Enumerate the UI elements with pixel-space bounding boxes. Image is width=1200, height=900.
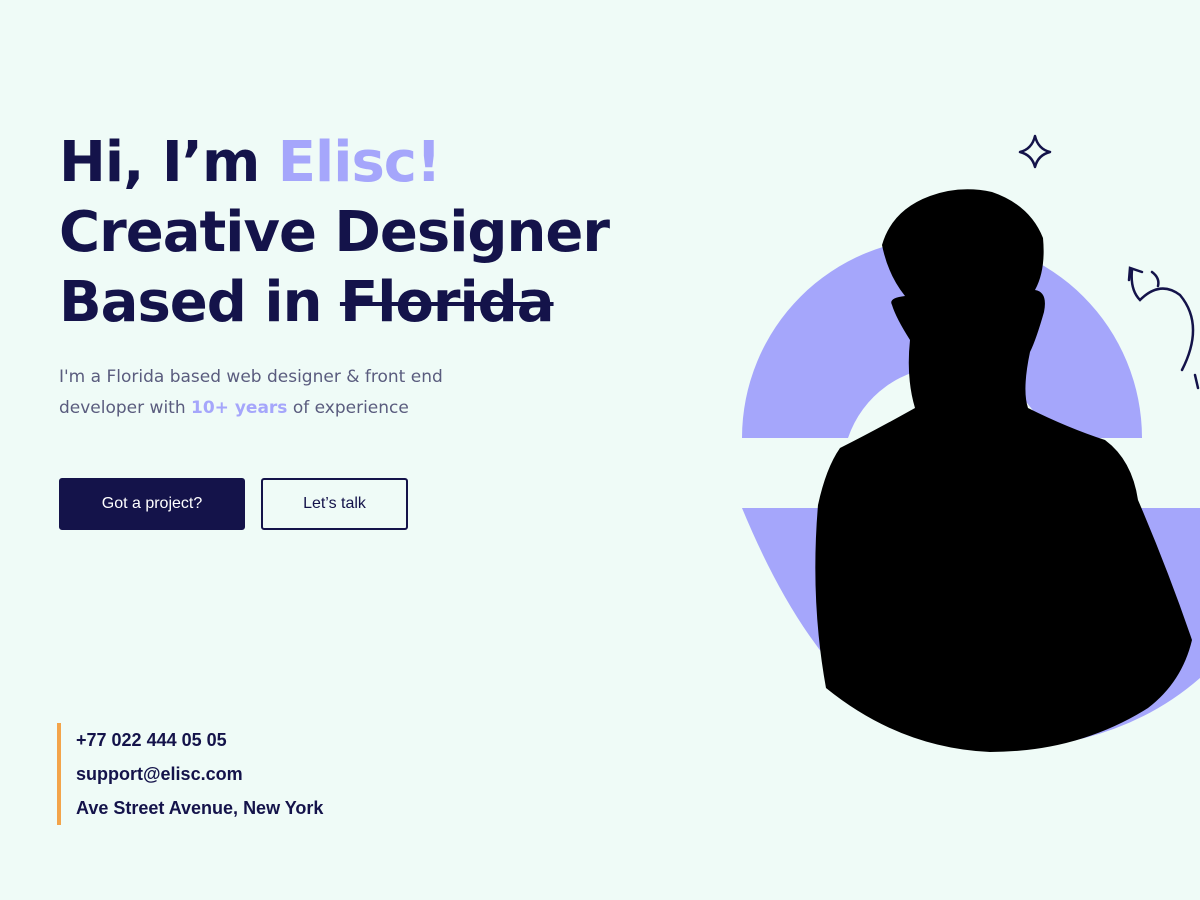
sparkle-icon xyxy=(1018,134,1052,169)
contact-phone: +77 022 444 05 05 xyxy=(76,730,227,750)
hero-portrait xyxy=(720,120,1200,780)
hero-based-prefix: Based in xyxy=(59,270,340,335)
intro-highlight: 10+ years xyxy=(191,398,288,418)
hero-name: Elisc! xyxy=(277,130,442,195)
hero-greeting-line: Hi, I’m Elisc! xyxy=(59,128,609,198)
curly-arrow-icon xyxy=(1127,266,1200,390)
intro-paragraph: I'm a Florida based web designer & front… xyxy=(59,362,519,424)
contact-info: +77 022 444 05 05 support@elisc.com Ave … xyxy=(57,723,323,825)
hero-title-line: Creative Designer xyxy=(59,200,610,265)
got-a-project-button[interactable]: Got a project? xyxy=(59,478,245,530)
hero-greeting: Hi, I’m xyxy=(59,130,278,195)
hero-based-line: Based in Florida xyxy=(59,268,609,338)
hero-city-struck: Florida xyxy=(339,270,555,335)
contact-email: support@elisc.com xyxy=(76,764,243,784)
lets-talk-button[interactable]: Let’s talk xyxy=(261,478,408,530)
intro-text-part2: of experience xyxy=(287,398,409,418)
contact-address: Ave Street Avenue, New York xyxy=(76,798,324,818)
hero-heading: Hi, I’m Elisc! Creative Designer Based i… xyxy=(59,128,610,338)
